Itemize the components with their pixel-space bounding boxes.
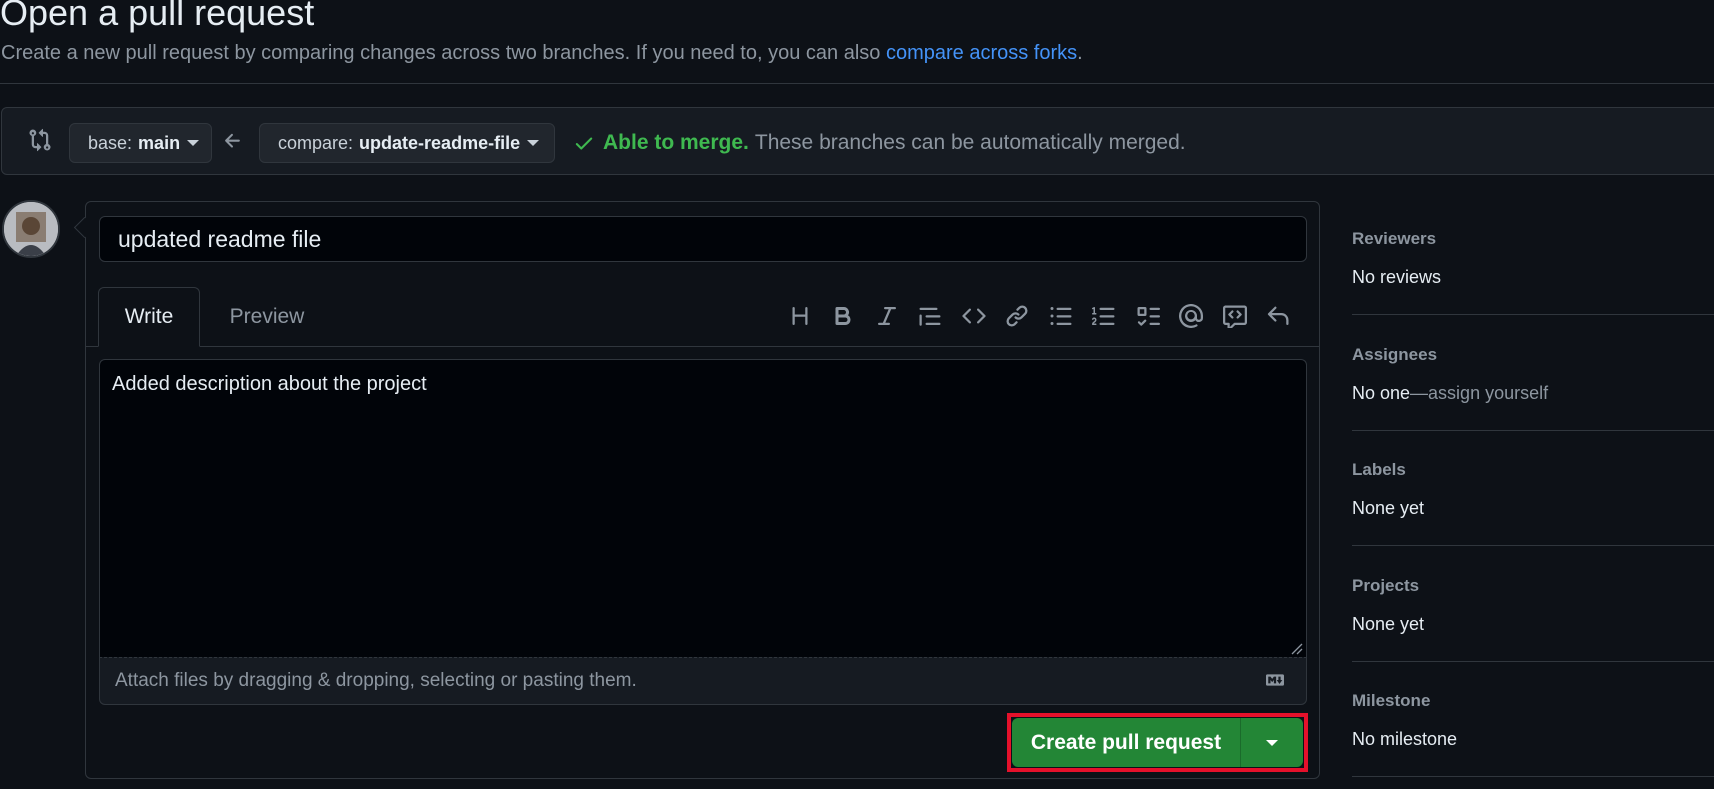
reviewers-heading[interactable]: Reviewers [1352,229,1436,249]
labels-value: None yet [1352,498,1425,518]
link-icon[interactable] [996,300,1040,332]
bold-icon[interactable] [822,300,866,332]
chevron-down-icon [187,140,200,146]
attach-files-bar[interactable]: Attach files by dragging & dropping, sel… [99,657,1307,705]
chevron-down-icon [527,140,540,146]
compare-value: update-readme-file [359,132,521,153]
quote-icon[interactable] [909,300,953,332]
user-photo-icon [4,202,58,256]
sidebar-divider [1352,314,1714,315]
merge-status: Able to merge. These branches can be aut… [573,131,1186,155]
subtitle-suffix: . [1077,42,1083,64]
avatar[interactable] [2,200,60,258]
title-input[interactable] [99,216,1307,262]
page-subtitle: Create a new pull request by comparing c… [1,42,1083,65]
task-list-icon[interactable] [1126,300,1170,332]
milestone-value: No milestone [1352,729,1458,749]
assignees-none: No one [1352,383,1411,403]
markdown-toolbar [778,300,1300,332]
assignees-value: No one—assign yourself [1352,383,1548,404]
compare-branch-button[interactable]: compare: update-readme-file [259,123,555,163]
resize-handle-icon[interactable] [1289,641,1303,655]
unordered-list-icon[interactable] [1039,300,1083,332]
sidebar-divider [1352,430,1714,431]
sidebar-divider [1352,776,1714,777]
merge-message: These branches can be automatically merg… [754,131,1186,154]
base-label: base: [88,132,133,153]
heading-icon[interactable] [778,300,822,332]
code-icon[interactable] [952,300,996,332]
merge-ok-text: Able to merge. [603,131,749,154]
page-title: Open a pull request [0,0,315,33]
undo-icon[interactable] [1257,300,1301,332]
tab-preview[interactable]: Preview [212,287,322,347]
milestone-heading[interactable]: Milestone [1352,691,1430,711]
arrow-left-icon [225,133,240,148]
italic-icon[interactable] [865,300,909,332]
projects-value: None yet [1352,614,1425,634]
create-pull-request-button[interactable]: Create pull request [1012,718,1241,767]
submit-button-group: Create pull request [1012,718,1303,767]
markdown-icon[interactable] [1262,671,1288,689]
compare-label: compare: [278,132,354,153]
assign-yourself-link[interactable]: —assign yourself [1410,383,1548,403]
base-value: main [138,132,181,153]
tab-write[interactable]: Write [98,287,200,347]
assignees-heading[interactable]: Assignees [1352,345,1437,365]
chevron-down-icon [1266,739,1278,746]
sidebar-divider [1352,545,1714,546]
check-icon [575,137,593,150]
submit-options-button[interactable] [1241,718,1303,767]
compare-across-forks-link[interactable]: compare across forks [886,42,1077,64]
labels-heading[interactable]: Labels [1352,460,1406,480]
reference-icon[interactable] [1213,300,1257,332]
description-textarea[interactable]: Added description about the project [99,359,1307,657]
sidebar-divider [1352,661,1714,662]
attach-files-text: Attach files by dragging & dropping, sel… [115,670,637,691]
git-compare-icon [29,128,51,152]
subtitle-text: Create a new pull request by comparing c… [1,42,886,64]
reviewers-value: No reviews [1352,267,1442,287]
mention-icon[interactable] [1170,300,1214,332]
base-branch-button[interactable]: base: main [69,123,212,163]
header-divider [0,83,1714,84]
ordered-list-icon[interactable] [1083,300,1127,332]
projects-heading[interactable]: Projects [1352,576,1419,596]
